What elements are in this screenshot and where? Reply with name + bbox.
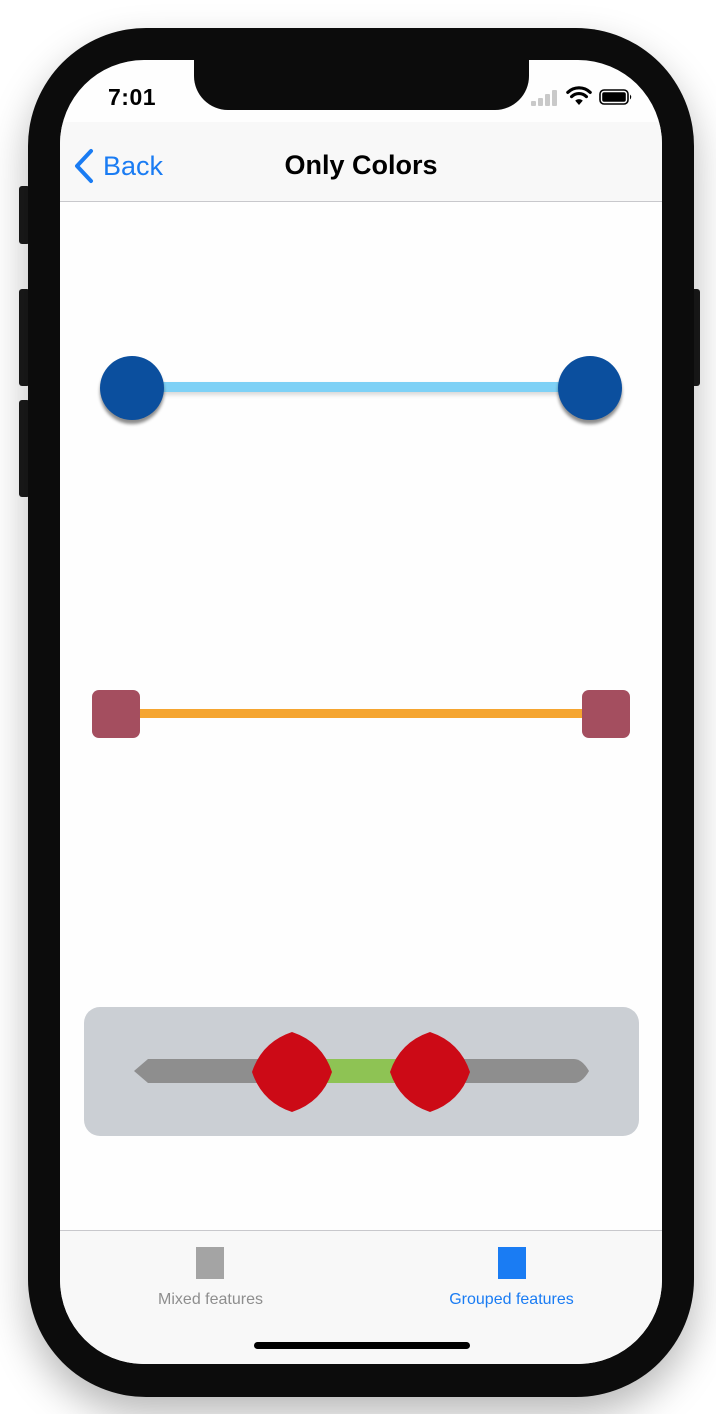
slider-thumb-high[interactable] xyxy=(390,1032,470,1112)
tab-label: Mixed features xyxy=(158,1291,263,1308)
custom-slider-panel xyxy=(84,1007,639,1136)
page-title: Only Colors xyxy=(284,150,438,180)
tab-label: Grouped features xyxy=(449,1291,574,1308)
square-thumb-range-slider[interactable] xyxy=(92,690,632,738)
cellular-signal-icon xyxy=(531,90,559,106)
tab-grouped-features[interactable]: Grouped features xyxy=(361,1231,662,1321)
battery-icon xyxy=(599,89,632,105)
navigation-bar: Back Only Colors xyxy=(60,122,662,202)
slider-track xyxy=(132,709,592,718)
custom-shape-range-slider[interactable] xyxy=(134,1032,589,1112)
square-icon xyxy=(196,1247,224,1279)
slider-thumb-low[interactable] xyxy=(100,356,164,420)
slider-track xyxy=(130,382,594,392)
slider-thumb-high[interactable] xyxy=(582,690,630,738)
status-icons xyxy=(531,86,641,108)
tab-mixed-features[interactable]: Mixed features xyxy=(60,1231,361,1321)
notch xyxy=(194,60,529,110)
square-icon xyxy=(498,1247,526,1279)
slider-thumb-low[interactable] xyxy=(252,1032,332,1112)
wifi-icon xyxy=(566,86,592,105)
slider-track xyxy=(134,1059,589,1083)
slider-thumb-low[interactable] xyxy=(92,690,140,738)
status-time: 7:01 xyxy=(108,84,157,110)
device-screen: 7:01 Back Only Colors Mixed features Gro… xyxy=(60,60,662,1364)
circle-thumb-range-slider[interactable] xyxy=(100,356,624,424)
home-indicator[interactable] xyxy=(254,1342,470,1349)
slider-thumb-high[interactable] xyxy=(558,356,622,420)
